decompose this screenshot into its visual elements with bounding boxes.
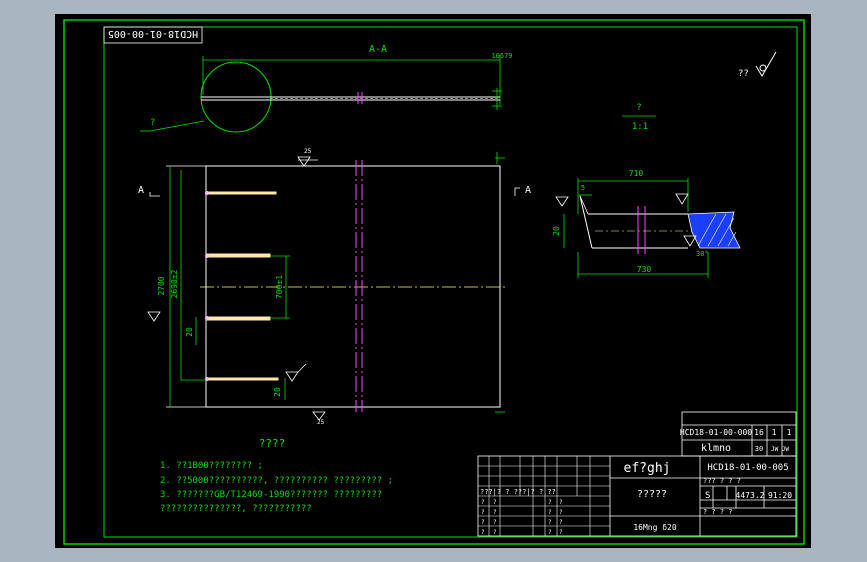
ref-sm2: JW JW — [771, 446, 789, 453]
note-2: 2. ??5000??????????, ?????????? ????????… — [160, 476, 393, 486]
roughness-base-text: 25 — [317, 419, 325, 426]
svg-text:?: ? — [548, 499, 552, 506]
ref-name: klmno — [701, 443, 731, 454]
dim-2700: 2700 — [157, 276, 166, 295]
tb-grid-row: ???|? ? ???|? ? ?? — [480, 488, 556, 496]
roughness-top-text: 25 — [304, 148, 312, 155]
ref-n: 1 — [772, 428, 777, 437]
dim-30: 30° — [696, 250, 709, 258]
roughness-corner-text: ?? — [738, 69, 749, 79]
ref-sm1: 30 — [755, 445, 763, 453]
svg-text:?: ? — [548, 519, 552, 526]
code-top-text: HCD18-01-00-005 — [108, 28, 198, 39]
svg-text:?: ? — [481, 529, 485, 536]
svg-text:?: ? — [493, 519, 497, 526]
section-label: A-A — [369, 44, 387, 55]
ref-qty: 16 — [754, 428, 764, 437]
leader-text: ? — [150, 118, 155, 128]
tb-sheet-row: ? ? ? ? — [703, 508, 733, 516]
tb-scale: 91:20 — [768, 491, 792, 500]
svg-text:?: ? — [481, 509, 485, 516]
ref-n2: 1 — [787, 428, 792, 437]
dim-2690: 2690±2 — [170, 269, 179, 298]
svg-text:?: ? — [559, 509, 563, 516]
svg-text:?: ? — [481, 519, 485, 526]
tb-code: HCD18-01-00-005 — [707, 463, 788, 473]
svg-text:?: ? — [548, 529, 552, 536]
note-1: 1. ??1B00???????? ; — [160, 461, 263, 471]
note-3: 3. ???????GB/T12469-1990??????? ????????… — [160, 490, 382, 500]
cad-drawing: HCD18-01-00-005 A-A 10579 ? ?? ? 1:1 A A… — [55, 14, 811, 548]
svg-text:?: ? — [481, 499, 485, 506]
scale-label: ? — [636, 103, 641, 113]
dim-20-detail: 20 — [552, 226, 561, 236]
dim-20b: 20 — [273, 387, 282, 397]
dim-710: 710 — [629, 169, 644, 178]
scale-value: 1:1 — [632, 122, 648, 132]
ref-code: HCD18-01-00-000 — [680, 428, 752, 437]
dim-700: 700±1 — [275, 275, 284, 299]
dim-20a: 20 — [185, 327, 194, 337]
svg-text:?: ? — [493, 529, 497, 536]
svg-text:?: ? — [559, 529, 563, 536]
tb-material: 16Mng δ20 — [633, 523, 677, 532]
section-dim-text: 10579 — [491, 52, 512, 60]
notes-title: ???? — [259, 437, 286, 450]
tb-hdr-row: ??? ? ? ? — [703, 477, 741, 485]
dim-5: 5 — [581, 184, 585, 192]
svg-text:?: ? — [559, 499, 563, 506]
dim-730: 730 — [637, 265, 652, 274]
note-4: ???????????????, ??????????? — [160, 504, 312, 514]
tb-company: ef?ghj — [624, 461, 671, 476]
tb-part-name: ????? — [637, 489, 667, 500]
svg-text:?: ? — [493, 499, 497, 506]
svg-text:A: A — [525, 185, 531, 196]
tb-weight: 4473.2 — [736, 491, 765, 500]
svg-text:A: A — [138, 185, 144, 196]
tb-stage: S — [705, 491, 710, 501]
svg-text:?: ? — [493, 509, 497, 516]
svg-text:?: ? — [559, 519, 563, 526]
svg-text:?: ? — [548, 509, 552, 516]
